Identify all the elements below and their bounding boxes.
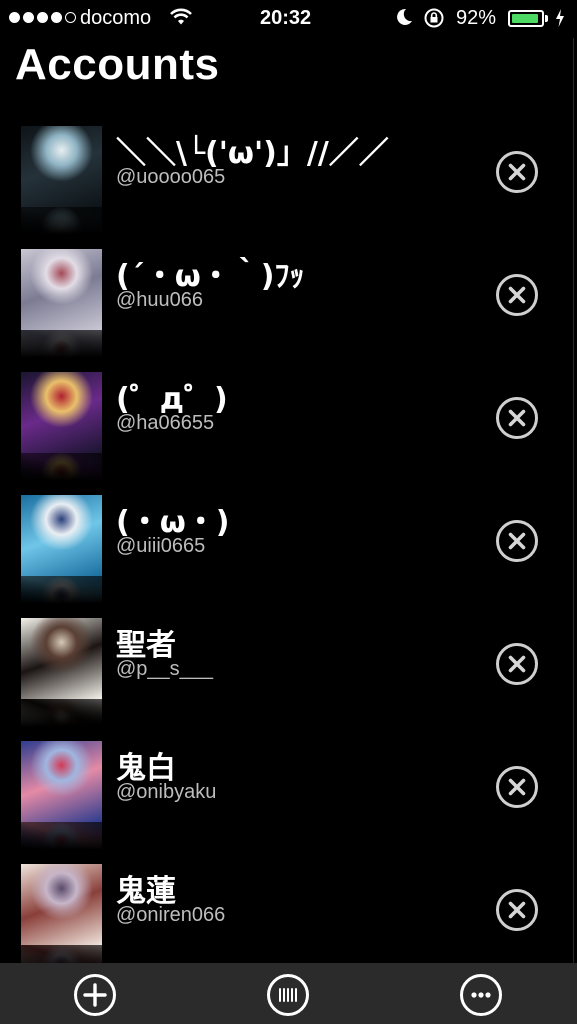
account-handle: @ha06655	[116, 412, 215, 434]
columns-button[interactable]	[267, 974, 309, 1016]
account-handle: @uoooo065	[116, 166, 226, 188]
accounts-screen: docomo 20:32 92% Accounts ＼＼\└('ω')」//／／…	[0, 0, 577, 1024]
account-avatar	[21, 126, 102, 207]
more-options-button[interactable]	[460, 974, 502, 1016]
add-account-button[interactable]	[74, 974, 116, 1016]
remove-account-button[interactable]	[496, 643, 538, 685]
status-time: 20:32	[260, 7, 312, 29]
columns-icon	[279, 988, 297, 1002]
close-circle-icon	[508, 286, 526, 304]
account-row[interactable]: ＼＼\└('ω')」//／／ @uoooo065	[0, 120, 577, 243]
account-avatar	[21, 249, 102, 330]
account-row[interactable]: (゜д゜) @ha06655	[0, 366, 577, 489]
more-dots-icon	[471, 992, 491, 998]
signal-strength-icon	[9, 12, 76, 23]
bottom-toolbar	[0, 963, 577, 1024]
account-row[interactable]: 鬼白 @onibyaku	[0, 735, 577, 858]
remove-account-button[interactable]	[496, 520, 538, 562]
wifi-icon	[170, 7, 192, 33]
account-avatar	[21, 372, 102, 453]
account-avatar	[21, 741, 102, 822]
account-list: ＼＼\└('ω')」//／／ @uoooo065 (´・ω・｀)ﾌｯ @huu0…	[0, 120, 577, 981]
account-row[interactable]: 聖者 @p__s___	[0, 612, 577, 735]
charging-bolt-icon	[555, 8, 565, 33]
avatar-reflection	[21, 576, 102, 604]
do-not-disturb-icon	[395, 7, 413, 33]
rotation-lock-icon	[423, 7, 445, 35]
battery-level-fill	[512, 14, 538, 23]
account-handle: @onibyaku	[116, 781, 217, 803]
page-title: Accounts	[15, 40, 220, 89]
status-bar: docomo 20:32 92%	[0, 0, 577, 38]
account-avatar	[21, 618, 102, 699]
avatar-reflection	[21, 207, 102, 235]
close-circle-icon	[508, 532, 526, 550]
battery-icon	[508, 10, 544, 27]
avatar-reflection	[21, 330, 102, 358]
account-handle: @oniren066	[116, 904, 226, 926]
account-avatar	[21, 864, 102, 945]
battery-percentage: 92%	[456, 7, 497, 29]
account-row[interactable]: (・ω・) @uiii0665	[0, 489, 577, 612]
remove-account-button[interactable]	[496, 274, 538, 316]
close-circle-icon	[508, 901, 526, 919]
close-circle-icon	[508, 409, 526, 427]
avatar-reflection	[21, 699, 102, 727]
close-circle-icon	[508, 778, 526, 796]
account-row[interactable]: (´・ω・｀)ﾌｯ @huu066	[0, 243, 577, 366]
avatar-reflection	[21, 822, 102, 850]
remove-account-button[interactable]	[496, 151, 538, 193]
add-circle-icon	[83, 983, 107, 1007]
account-handle: @huu066	[116, 289, 204, 311]
remove-account-button[interactable]	[496, 766, 538, 808]
carrier-name: docomo	[80, 7, 152, 29]
account-handle: @uiii0665	[116, 535, 206, 557]
account-avatar	[21, 495, 102, 576]
close-circle-icon	[508, 655, 526, 673]
remove-account-button[interactable]	[496, 397, 538, 439]
close-circle-icon	[508, 163, 526, 181]
avatar-reflection	[21, 453, 102, 481]
remove-account-button[interactable]	[496, 889, 538, 931]
account-handle: @p__s___	[116, 658, 214, 680]
